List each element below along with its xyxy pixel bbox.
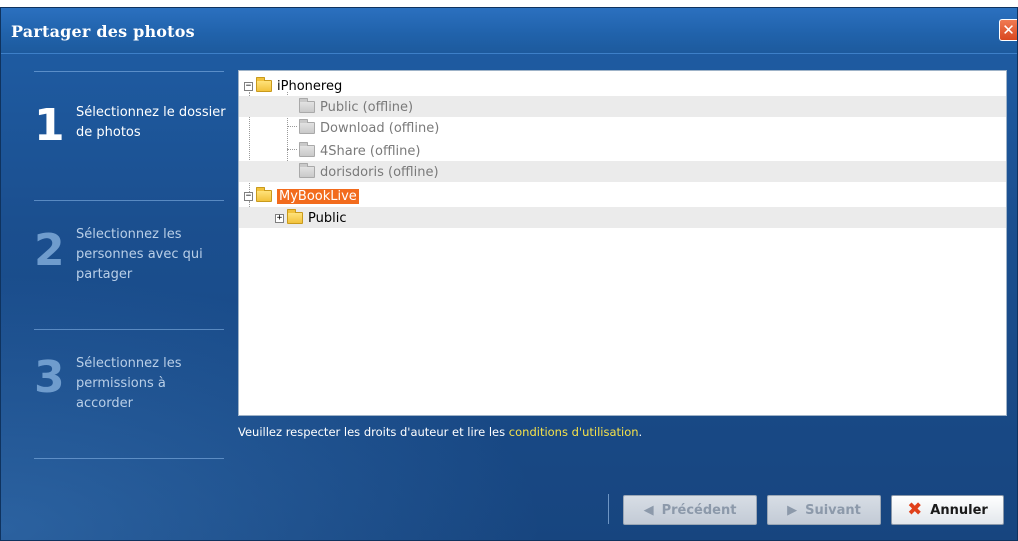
close-button[interactable]: ✕ [999,19,1017,41]
step-2: 2 Sélectionnez les personnes avec qui pa… [34,201,224,329]
step-1: 1 Sélectionnez le dossier de photos [34,72,226,200]
step-number: 1 [34,100,65,151]
arrow-left-icon: ◀ [643,502,654,518]
folder-icon [256,77,272,92]
title-bar: Partager des photos ✕ [1,8,1017,54]
next-button[interactable]: ▶ Suivant [767,495,881,525]
tree-item-public-offline[interactable]: Public (offline) [239,96,1006,117]
tree-item-iphonereg[interactable]: − iPhonereg [239,75,1006,96]
step-label: Sélectionnez les permissions à accorder [76,356,182,411]
tree-item-label: 4Share (offline) [320,143,421,159]
folder-icon [256,187,272,202]
previous-button[interactable]: ◀ Précédent [623,495,757,525]
tree-item-download-offline[interactable]: Download (offline) [239,117,1006,138]
folder-icon [287,209,303,224]
collapse-icon[interactable]: − [244,191,253,201]
tree-item-dorisdoris-offline[interactable]: dorisdoris (offline) [239,161,1006,182]
close-icon: ✕ [1002,21,1015,39]
dialog-title: Partager des photos [11,22,195,41]
tree-item-mybooklive[interactable]: − MyBookLive [239,185,1006,206]
cancel-x-icon: ✖ [907,499,923,520]
step-number: 3 [34,352,65,403]
step-divider [34,458,224,459]
folder-icon [299,142,315,157]
wizard-steps: 1 Sélectionnez le dossier de photos 2 Sé… [34,71,226,459]
tree-item-label: dorisdoris (offline) [320,164,439,180]
previous-label: Précédent [661,502,737,518]
folder-icon [299,163,315,178]
copyright-notice: Veuillez respecter les droits d'auteur e… [238,425,642,439]
next-label: Suivant [805,502,861,518]
tree-item-4share-offline[interactable]: 4Share (offline) [239,140,1006,161]
tree-item-label: iPhonereg [277,78,343,94]
button-divider [608,494,609,524]
cancel-label: Annuler [930,502,988,518]
share-photos-dialog: Partager des photos ✕ 1 Sélectionnez le … [0,7,1018,541]
step-number: 2 [34,225,65,276]
arrow-right-icon: ▶ [787,502,798,518]
step-label: Sélectionnez les personnes avec qui part… [76,227,203,282]
tree-item-label: Download (offline) [320,120,440,136]
step-3: 3 Sélectionnez les permissions à accorde… [34,330,224,458]
step-label: Sélectionnez le dossier de photos [76,105,226,140]
folder-icon [299,119,315,134]
tree-item-public[interactable]: + Public [239,207,1006,228]
notice-period: . [638,425,643,439]
tree-item-label: Public [308,210,347,226]
folder-icon [299,98,315,113]
collapse-icon[interactable]: − [244,81,253,91]
terms-of-use-link[interactable]: conditions d'utilisation [509,425,639,439]
tree-item-label: Public (offline) [320,99,414,115]
expand-icon[interactable]: + [275,213,284,223]
cancel-button[interactable]: ✖ Annuler [891,495,1004,525]
folder-tree[interactable]: − iPhonereg Public (offline) Download (o… [238,70,1007,416]
tree-item-label: MyBookLive [277,188,359,204]
notice-text: Veuillez respecter les droits d'auteur e… [238,425,509,439]
